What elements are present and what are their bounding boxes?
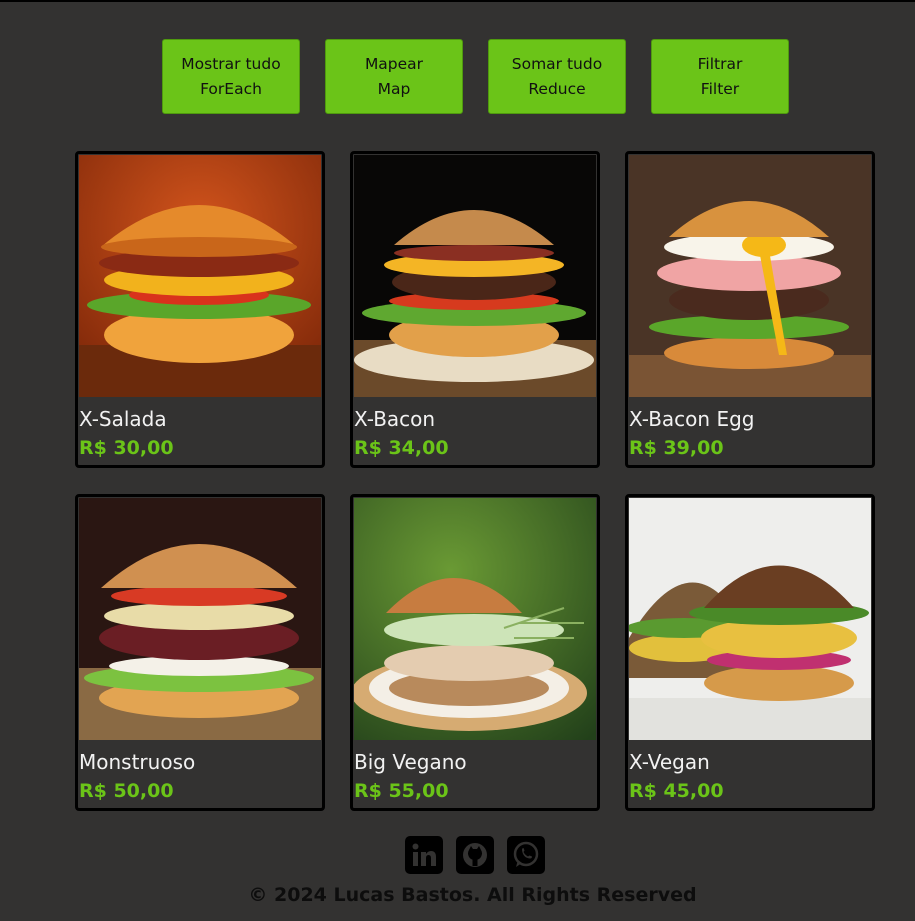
social-links <box>405 836 545 874</box>
product-card: X-Salada R$ 30,00 <box>75 151 325 468</box>
button-sublabel: Reduce <box>528 79 586 98</box>
product-price: R$ 50,00 <box>79 780 174 802</box>
product-name: Big Vegano <box>354 750 467 774</box>
product-name: X-Salada <box>79 407 167 431</box>
sum-all-reduce-button[interactable]: Somar tudo Reduce <box>488 39 626 114</box>
product-name: Monstruoso <box>79 750 196 774</box>
button-sublabel: Map <box>377 79 411 98</box>
product-card: X-Vegan R$ 45,00 <box>625 494 875 811</box>
product-card: X-Bacon Egg R$ 39,00 <box>625 151 875 468</box>
product-price: R$ 34,00 <box>354 437 449 459</box>
burger-image <box>354 498 596 740</box>
product-card: X-Bacon R$ 34,00 <box>350 151 600 468</box>
button-row: Mostrar tudo ForEach Mapear Map Somar tu… <box>162 39 789 114</box>
whatsapp-icon[interactable] <box>507 836 545 874</box>
product-name: X-Bacon Egg <box>629 407 755 431</box>
button-label: Mostrar tudo <box>181 54 281 73</box>
show-all-foreach-button[interactable]: Mostrar tudo ForEach <box>162 39 300 114</box>
burger-image <box>354 155 596 397</box>
filter-button[interactable]: Filtrar Filter <box>651 39 789 114</box>
burger-image <box>79 155 321 397</box>
product-name: X-Vegan <box>629 750 710 774</box>
top-border <box>0 0 915 2</box>
product-grid: X-Salada R$ 30,00 X-Bacon R$ 34,00 X-Bac… <box>75 151 875 811</box>
button-label: Somar tudo <box>511 54 603 73</box>
button-label: Mapear <box>364 54 424 73</box>
burger-image <box>79 498 321 740</box>
product-price: R$ 30,00 <box>79 437 174 459</box>
burger-image <box>629 498 871 740</box>
product-card: Monstruoso R$ 50,00 <box>75 494 325 811</box>
github-icon[interactable] <box>456 836 494 874</box>
linkedin-icon[interactable] <box>405 836 443 874</box>
footer-copyright: © 2024 Lucas Bastos. All Rights Reserved <box>248 884 697 906</box>
product-price: R$ 39,00 <box>629 437 724 459</box>
map-button[interactable]: Mapear Map <box>325 39 463 114</box>
product-name: X-Bacon <box>354 407 436 431</box>
burger-image <box>629 155 871 397</box>
button-label: Filtrar <box>697 54 743 73</box>
product-price: R$ 55,00 <box>354 780 449 802</box>
product-price: R$ 45,00 <box>629 780 724 802</box>
button-sublabel: Filter <box>700 79 740 98</box>
button-sublabel: ForEach <box>200 79 262 98</box>
product-card: Big Vegano R$ 55,00 <box>350 494 600 811</box>
